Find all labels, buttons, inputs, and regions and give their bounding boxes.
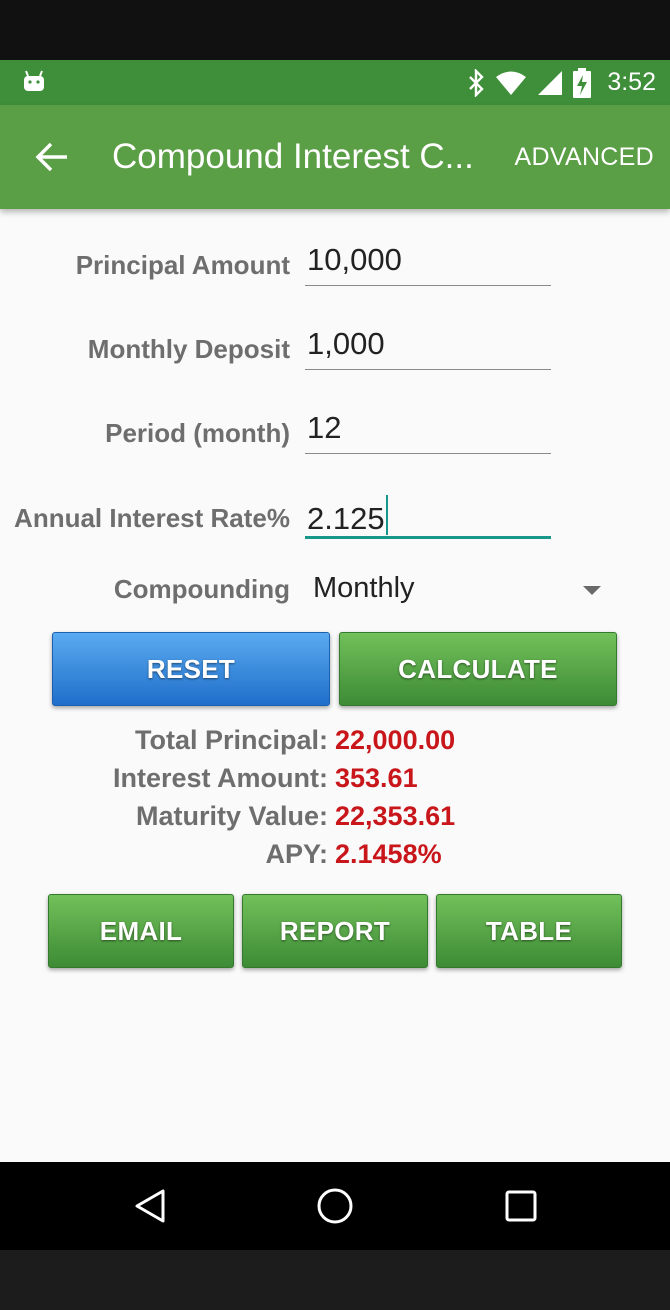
report-button[interactable]: REPORT: [242, 894, 428, 968]
app-bar: Compound Interest C... ADVANCED: [0, 105, 670, 209]
compounding-value: Monthly: [313, 572, 415, 604]
interest-amount-value: 353.61: [335, 763, 418, 793]
interest-amount-row: Interest Amount: 353.61: [0, 759, 670, 797]
recents-nav-icon[interactable]: [501, 1186, 541, 1226]
back-nav-icon[interactable]: [130, 1186, 170, 1226]
compounding-select[interactable]: Monthly: [313, 566, 613, 614]
period-value: 12: [307, 410, 342, 445]
home-nav-icon[interactable]: [315, 1186, 355, 1226]
deposit-row: Monthly Deposit 1,000: [0, 312, 670, 382]
principal-input[interactable]: 10,000: [305, 238, 551, 286]
rate-input[interactable]: 2.125: [305, 491, 551, 539]
top-black-bar: [0, 0, 670, 60]
clock-time: 3:52: [607, 68, 656, 96]
page-title: Compound Interest C...: [112, 137, 474, 176]
compounding-row: Compounding Monthly: [0, 560, 670, 630]
rate-value: 2.125: [307, 495, 388, 537]
principal-label: Principal Amount: [75, 250, 290, 280]
advanced-button[interactable]: ADVANCED: [515, 105, 654, 209]
deposit-label: Monthly Deposit: [87, 334, 290, 364]
maturity-value-label: Maturity Value:: [135, 801, 328, 831]
rate-label: Annual Interest Rate%: [14, 503, 290, 533]
email-button[interactable]: EMAIL: [48, 894, 234, 968]
total-principal-label: Total Principal:: [134, 725, 328, 755]
apy-value: 2.1458%: [335, 839, 442, 869]
period-row: Period (month) 12: [0, 396, 670, 466]
apy-row: APY: 2.1458%: [0, 835, 670, 873]
reset-button[interactable]: RESET: [52, 632, 330, 706]
bluetooth-icon: [469, 68, 485, 97]
compounding-label: Compounding: [113, 574, 290, 604]
status-bar: 3:52: [0, 60, 670, 105]
calculate-button[interactable]: CALCULATE: [339, 632, 617, 706]
rate-row: Annual Interest Rate% 2.125: [0, 481, 670, 551]
maturity-value-row: Maturity Value: 22,353.61: [0, 797, 670, 835]
battery-charging-icon: [573, 67, 592, 98]
dropdown-arrow-icon: [583, 586, 601, 595]
total-principal-value: 22,000.00: [335, 725, 456, 755]
cell-signal-icon: [538, 70, 563, 95]
principal-value: 10,000: [307, 242, 402, 277]
navigation-bar: [0, 1162, 670, 1250]
wifi-icon: [496, 71, 527, 95]
principal-row: Principal Amount 10,000: [0, 228, 670, 298]
table-button[interactable]: TABLE: [436, 894, 622, 968]
deposit-input[interactable]: 1,000: [305, 322, 551, 370]
period-label: Period (month): [105, 418, 290, 448]
android-debug-icon: [24, 70, 44, 91]
deposit-value: 1,000: [307, 326, 385, 361]
maturity-value-value: 22,353.61: [335, 801, 456, 831]
period-input[interactable]: 12: [305, 406, 551, 454]
text-cursor: [385, 495, 388, 535]
back-arrow-icon[interactable]: [34, 141, 70, 173]
apy-label: APY:: [265, 839, 328, 869]
interest-amount-label: Interest Amount:: [113, 763, 328, 793]
rate-value-text: 2.125: [307, 501, 385, 536]
total-principal-row: Total Principal: 22,000.00: [0, 721, 670, 759]
bottom-strip: [0, 1250, 670, 1310]
